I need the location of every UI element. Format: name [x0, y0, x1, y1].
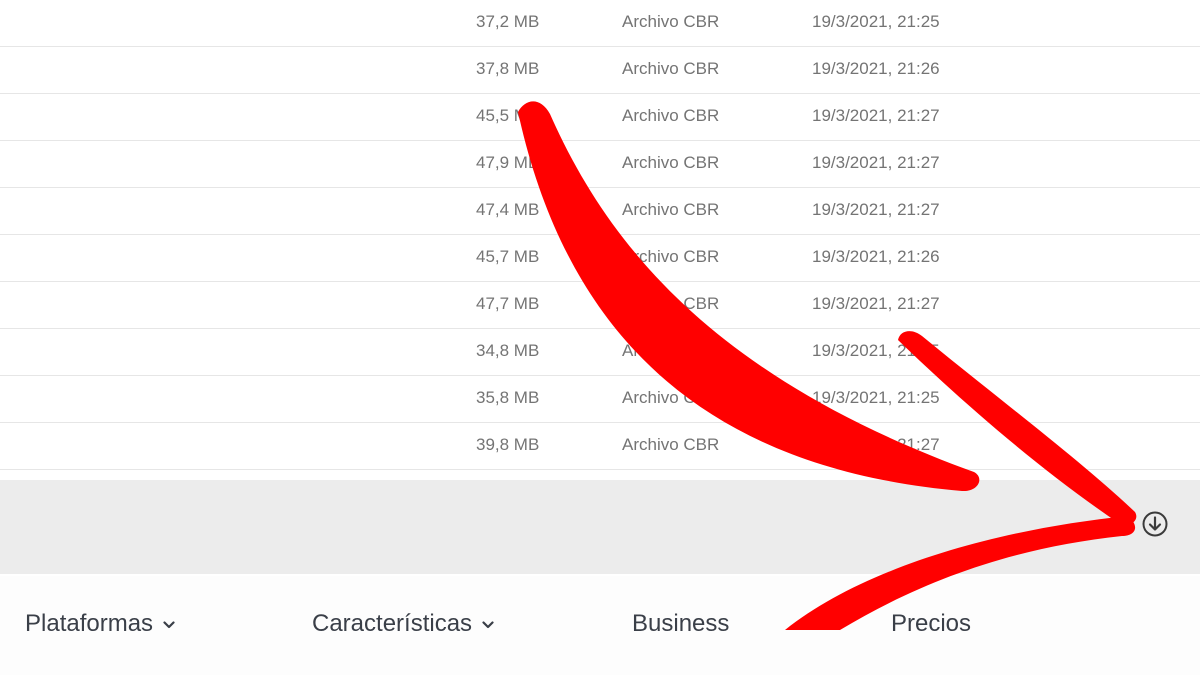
file-kind: Archivo CBR — [622, 294, 720, 313]
table-row[interactable]: 45,7 MB Archivo CBR 19/3/2021, 21:26 — [0, 235, 1200, 282]
file-size: 45,5 MB — [476, 106, 540, 125]
nav-features[interactable]: Características — [312, 608, 494, 642]
file-size: 45,7 MB — [476, 247, 540, 266]
table-row[interactable]: 35,8 MB Archivo CBR 19/3/2021, 21:25 — [0, 376, 1200, 423]
file-list: 37,2 MB Archivo CBR 19/3/2021, 21:25 37,… — [0, 0, 1200, 470]
table-row[interactable]: 47,4 MB Archivo CBR 19/3/2021, 21:27 — [0, 188, 1200, 235]
chevron-down-icon — [163, 621, 175, 628]
file-kind: Archivo CBR — [622, 247, 720, 266]
download-circle-icon — [1142, 511, 1168, 537]
file-date: 19/3/2021, 21:27 — [812, 294, 940, 313]
file-date: 19/3/2021, 21:26 — [812, 247, 940, 266]
table-row[interactable]: 47,7 MB Archivo CBR 19/3/2021, 21:27 — [0, 282, 1200, 329]
file-size: 37,8 MB — [476, 59, 540, 78]
file-kind: Archivo CBR — [622, 12, 720, 31]
nav-features-label: Características — [312, 610, 473, 637]
download-bar — [0, 480, 1200, 574]
nav-business-label: Business — [632, 610, 730, 637]
file-kind: Archivo CBR — [622, 59, 720, 78]
file-kind: Archivo CBR — [622, 435, 720, 454]
file-kind: Archivo CBR — [622, 153, 720, 172]
file-date: 19/3/2021, 21:25 — [812, 12, 940, 31]
chevron-down-icon — [482, 621, 494, 628]
file-date: 19/3/2021, 21:27 — [812, 106, 940, 125]
file-size: 34,8 MB — [476, 341, 540, 360]
table-row[interactable]: 39,8 MB Archivo CBR 19/3/2021, 21:27 — [0, 423, 1200, 470]
file-size: 37,2 MB — [476, 12, 540, 31]
table-row[interactable]: 37,8 MB Archivo CBR 19/3/2021, 21:26 — [0, 47, 1200, 94]
nav-platforms-label: Plataformas — [25, 610, 154, 637]
nav-pricing[interactable]: Precios — [891, 608, 971, 642]
file-size: 47,9 MB — [476, 153, 540, 172]
file-size: 39,8 MB — [476, 435, 540, 454]
file-size: 47,7 MB — [476, 294, 540, 313]
table-row[interactable]: 34,8 MB Archivo CBR 19/3/2021, 21:25 — [0, 329, 1200, 376]
bottom-nav — [0, 576, 1200, 675]
file-size: 47,4 MB — [476, 200, 540, 219]
file-date: 19/3/2021, 21:25 — [812, 388, 940, 407]
table-row[interactable]: 37,2 MB Archivo CBR 19/3/2021, 21:25 — [0, 0, 1200, 47]
table-row[interactable]: 47,9 MB Archivo CBR 19/3/2021, 21:27 — [0, 141, 1200, 188]
file-kind: Archivo CBR — [622, 388, 720, 407]
file-kind: Archivo CBR — [622, 341, 720, 360]
table-row[interactable]: 45,5 MB Archivo CBR 19/3/2021, 21:27 — [0, 94, 1200, 141]
download-button[interactable] — [1141, 510, 1169, 538]
file-kind: Archivo CBR — [622, 200, 720, 219]
file-date: 19/3/2021, 21:27 — [812, 435, 940, 454]
file-date: 19/3/2021, 21:25 — [812, 341, 940, 360]
nav-platforms[interactable]: Plataformas — [25, 608, 175, 642]
file-date: 19/3/2021, 21:27 — [812, 200, 940, 219]
nav-business[interactable]: Business — [632, 608, 729, 642]
nav-pricing-label: Precios — [891, 610, 972, 637]
file-kind: Archivo CBR — [622, 106, 720, 125]
file-size: 35,8 MB — [476, 388, 540, 407]
file-date: 19/3/2021, 21:27 — [812, 153, 940, 172]
file-date: 19/3/2021, 21:26 — [812, 59, 940, 78]
